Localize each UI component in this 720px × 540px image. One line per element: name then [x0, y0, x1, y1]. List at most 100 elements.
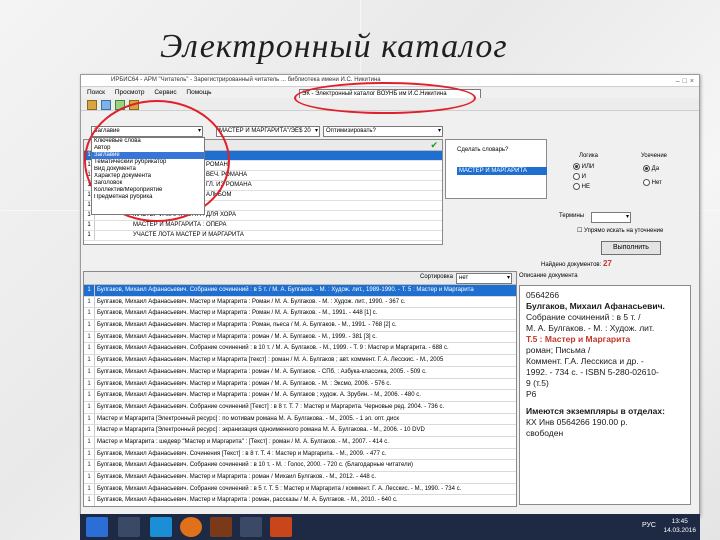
result-row[interactable]: 1 Булгаков, Михаил Афанасьевич. Мастер и …: [84, 472, 516, 484]
results-rows: 1 Булгаков, Михаил Афанасьевич. Собрание …: [84, 285, 516, 506]
mode-value: Оптимизировать?: [326, 128, 376, 134]
radio-icon[interactable]: [573, 173, 580, 180]
doc-line: Собрание сочинений : в 5 т. /: [526, 312, 641, 322]
menu-item[interactable]: Сервис: [154, 89, 176, 96]
folder-icon[interactable]: [129, 100, 139, 110]
radio-icon[interactable]: [573, 163, 580, 170]
query-value: МАСТЕР И МАРГАРИТА"/ЭЕ$ 20: [219, 128, 311, 134]
result-row[interactable]: 1 Булгаков, Михаил Афанасьевич. Мастер и …: [84, 320, 516, 332]
dropdown-option[interactable]: Ключевые слова: [92, 138, 204, 145]
field-type-select[interactable]: Заглавие ▾: [91, 126, 203, 137]
result-text: Булгаков, Михаил Афанасьевич. Собрание с…: [97, 403, 445, 410]
result-row[interactable]: 1 Булгаков, Михаил Афанасьевич. Мастер и …: [84, 308, 516, 321]
print-icon[interactable]: [115, 100, 125, 110]
dropdown-option[interactable]: Тематический рубрикатор: [92, 159, 204, 166]
selected-term[interactable]: МАСТЕР И МАРГАРИТА: [457, 167, 547, 175]
ie-browser-icon[interactable]: [150, 517, 172, 537]
terms-label: Термины: [559, 213, 585, 219]
result-row[interactable]: 1 Булгаков, Михаил Афанасьевич. Мастер и …: [84, 355, 516, 367]
dictionary-row[interactable]: 1 МАСТЕР И МАРГАРИТА : ОПЕРА: [84, 221, 442, 231]
app-icon[interactable]: [240, 517, 262, 537]
logic-or[interactable]: ИЛИ: [573, 163, 594, 170]
field-type-dropdown[interactable]: Ключевые слова Автор Заглавие Тематический …: [91, 137, 205, 215]
chevron-down-icon[interactable]: ▾: [438, 127, 441, 136]
result-row[interactable]: 1 Булгаков, Михаил Афанасьевич. Собрание …: [84, 343, 516, 356]
dictionary-row[interactable]: 1 УЧАСТЕ ЛОТА МАСТЕР И МАРГАРИТА: [84, 231, 442, 241]
doc-id: 0564266: [526, 290, 560, 300]
mode-select[interactable]: Оптимизировать? ▾: [323, 126, 443, 137]
menu-item[interactable]: Просмотр: [115, 89, 145, 96]
result-row[interactable]: 1 Мастер и Маргарита : шедевр "Мастер и М…: [84, 436, 516, 449]
result-row[interactable]: 1 Булгаков, Михаил Афанасьевич. Собрание …: [84, 401, 516, 414]
result-row[interactable]: 1 Булгаков, Михаил Афанасьевич. Мастер и …: [84, 390, 516, 402]
radio-icon[interactable]: [573, 183, 580, 190]
doc-line: Р6: [526, 389, 537, 399]
result-count: 1: [84, 436, 95, 448]
language-indicator[interactable]: РУС: [642, 522, 656, 529]
result-text: Булгаков, Михаил Афанасьевич. Мастер и М…: [97, 474, 377, 480]
query-input[interactable]: МАСТЕР И МАРГАРИТА"/ЭЕ$ 20 ▾: [216, 126, 320, 137]
document-description: 0564266 Булгаков, Михаил Афанасьевич. Со…: [519, 285, 691, 505]
truncation-yes[interactable]: Да: [643, 165, 659, 172]
chevron-down-icon[interactable]: ▾: [507, 274, 510, 283]
menu-item[interactable]: Поиск: [87, 89, 105, 96]
menu-item[interactable]: Помощь: [186, 89, 211, 96]
dropdown-option[interactable]: Заглавие: [92, 152, 204, 159]
document-icon[interactable]: [101, 100, 111, 110]
description-tab[interactable]: Описание документа: [519, 273, 578, 279]
maximize-icon[interactable]: □: [683, 78, 690, 85]
result-text: Булгаков, Михаил Афанасьевич. Мастер и М…: [97, 368, 427, 375]
dropdown-option[interactable]: Вид документа: [92, 166, 204, 173]
result-text: Булгаков, Михаил Афанасьевич. Сочинения …: [97, 450, 387, 457]
result-row[interactable]: 1 Мастер и Маргарита [Электронный ресурс]…: [84, 413, 516, 426]
result-text: Мастер и Маргарита : шедевр "Мастер и Ма…: [97, 438, 389, 445]
windows-start-icon[interactable]: [86, 517, 108, 537]
run-button[interactable]: Выполнить: [601, 241, 661, 255]
dropdown-option[interactable]: Автор: [92, 145, 204, 152]
chevron-down-icon[interactable]: ▾: [198, 127, 201, 136]
dropdown-option[interactable]: Заголовок: [92, 180, 204, 187]
use-same-label: Упрямо искать на уточнение: [584, 228, 664, 234]
chevron-down-icon[interactable]: ▾: [626, 213, 629, 222]
results-header: Сортировка нет ▾: [84, 272, 516, 285]
firefox-icon[interactable]: [180, 517, 202, 537]
radio-icon[interactable]: [643, 179, 650, 186]
result-row[interactable]: 1 Булгаков, Михаил Афанасьевич. Мастер и …: [84, 495, 516, 506]
sort-select[interactable]: нет ▾: [456, 273, 512, 284]
radio-icon[interactable]: [643, 165, 650, 172]
result-row[interactable]: 1 Булгаков, Михаил Афанасьевич. Собрание …: [84, 483, 516, 496]
checkmark-icon[interactable]: ✔: [430, 140, 438, 150]
dropdown-option[interactable]: Предметная рубрика: [92, 194, 204, 201]
search-icon[interactable]: [87, 100, 97, 110]
result-row[interactable]: 1 Булгаков, Михаил Афанасьевич. Мастер и …: [84, 366, 516, 379]
window-controls[interactable]: –□×: [676, 76, 697, 86]
truncation-no-label: Нет: [651, 180, 662, 187]
result-count: 1: [84, 366, 95, 378]
minimize-icon[interactable]: –: [676, 78, 683, 85]
powerpoint-icon[interactable]: [270, 517, 292, 537]
result-text: Булгаков, Михаил Афанасьевич. Мастер и М…: [97, 380, 392, 387]
result-text: Мастер и Маргарита [Электронный ресурс] …: [97, 415, 399, 422]
truncation-no[interactable]: Нет: [643, 179, 662, 186]
logic-not[interactable]: НЕ: [573, 183, 590, 190]
use-same-checkbox[interactable]: ☐ Упрямо искать на уточнение: [577, 227, 663, 234]
dropdown-option[interactable]: Характер документа: [92, 173, 204, 180]
result-row[interactable]: 1 Булгаков, Михаил Афанасьевич. Мастер и …: [84, 331, 516, 344]
result-text: Булгаков, Михаил Афанасьевич. Мастер и М…: [97, 497, 398, 504]
dropdown-option[interactable]: Коллектив/Мероприятие: [92, 187, 204, 194]
result-row[interactable]: 1 Мастер и Маргарита [Электронный ресурс]…: [84, 425, 516, 437]
result-row[interactable]: 1 Булгаков, Михаил Афанасьевич. Мастер и …: [84, 378, 516, 391]
sort-label: Сортировка: [420, 274, 453, 280]
terms-select[interactable]: ▾: [591, 212, 631, 223]
result-row[interactable]: 1 Булгаков, Михаил Афанасьевич. Сочинения…: [84, 448, 516, 461]
app-window-icon[interactable]: [118, 517, 140, 537]
close-icon[interactable]: ×: [690, 78, 697, 85]
result-count: 1: [84, 308, 95, 320]
copies-status: свободен: [526, 428, 564, 438]
logic-and[interactable]: И: [573, 173, 586, 180]
result-row[interactable]: 1 Булгаков, Михаил Афанасьевич. Собрание …: [84, 285, 516, 297]
result-row[interactable]: 1 Булгаков, Михаил Афанасьевич. Собрание …: [84, 460, 516, 472]
app-icon[interactable]: [210, 517, 232, 537]
result-row[interactable]: 1 Булгаков, Михаил Афанасьевич. Мастер и …: [84, 296, 516, 309]
chevron-down-icon[interactable]: ▾: [315, 127, 318, 136]
